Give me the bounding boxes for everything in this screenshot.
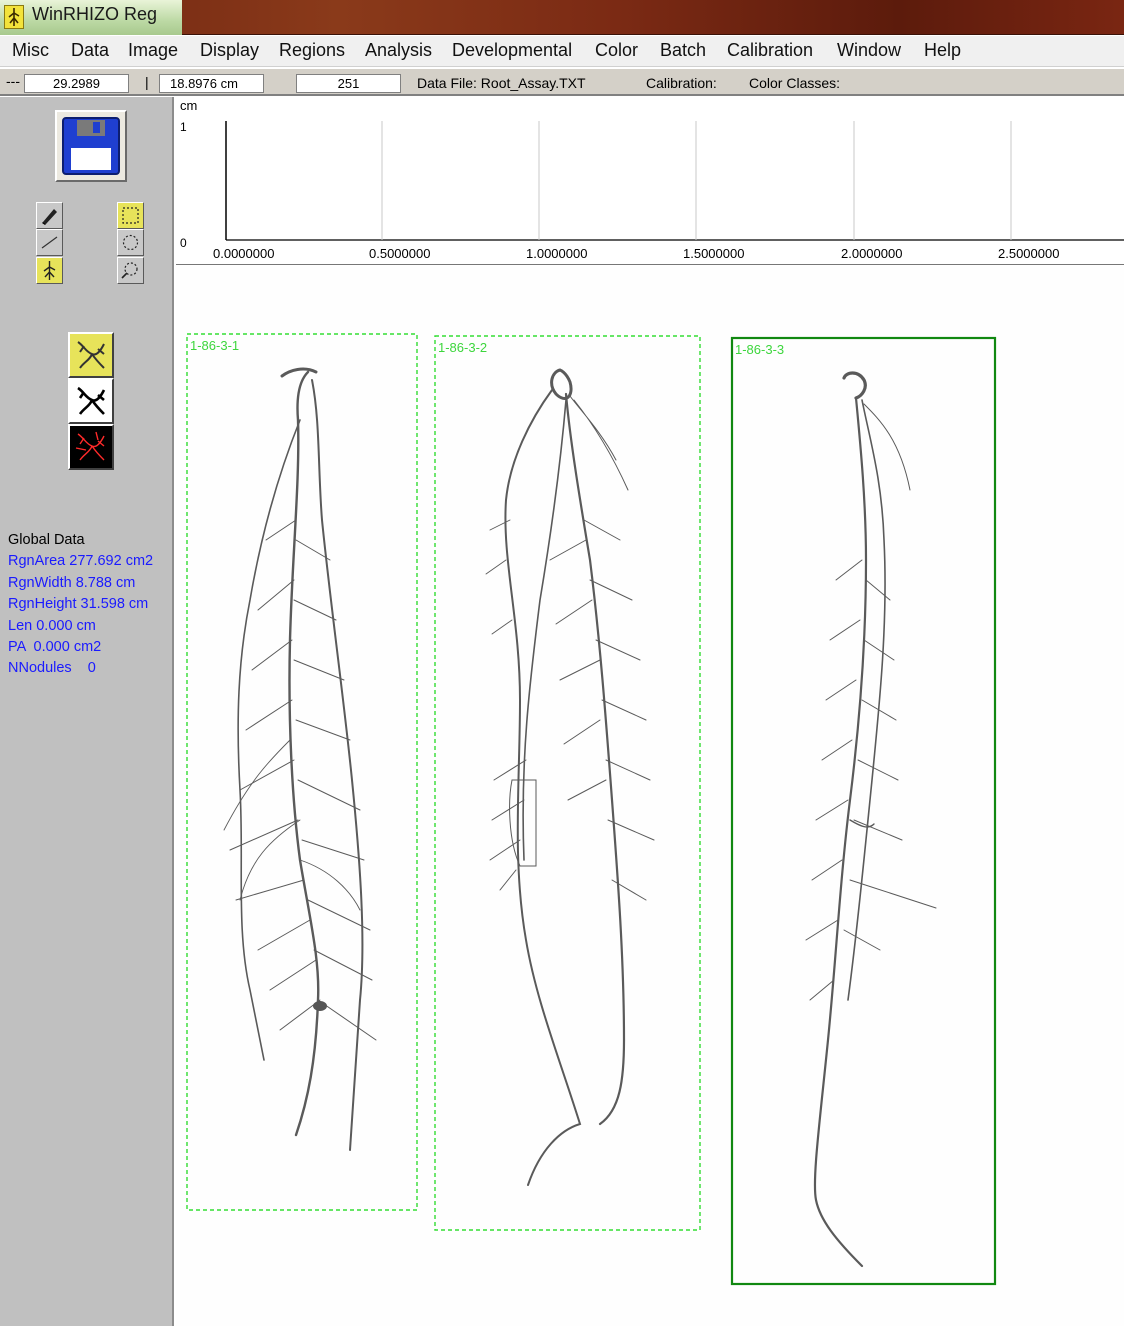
status-strip: --- 29.2989 | 18.8976 cm 251 Data File: …	[0, 68, 1124, 96]
status-separator: |	[145, 74, 149, 90]
region-label-2: 1-86-3-2	[438, 340, 488, 355]
title-bar: WinRHIZO Reg	[0, 0, 1124, 35]
length-value: Len 0.000 cm	[8, 617, 96, 634]
pixel-value-field: 251	[296, 74, 401, 93]
data-file-label: Data File: Root_Assay.TXT	[417, 75, 586, 91]
rect-region-tool[interactable]	[117, 202, 144, 229]
menu-bar: Misc Data Image Display Regions Analysis…	[0, 36, 1124, 67]
graph-x-tick-label: 1.0000000	[526, 246, 587, 261]
root-view-gray-icon	[77, 341, 105, 369]
distribution-graph: cm 1 0 0.0000000 0.5000000 1.0000000 1.5…	[176, 97, 1124, 265]
coord-x-field: 29.2989	[24, 74, 129, 93]
root-view-bw-icon	[77, 386, 106, 415]
color-classes-label: Color Classes:	[749, 75, 841, 91]
window-title: WinRHIZO Reg	[32, 4, 158, 24]
pencil-tool[interactable]	[36, 202, 63, 229]
line-icon	[41, 236, 58, 249]
title-bar-highlight: WinRHIZO Reg	[0, 0, 182, 35]
root-tool[interactable]	[36, 257, 63, 284]
root-app-icon[interactable]	[4, 5, 24, 29]
view-skeleton-button[interactable]	[68, 424, 114, 470]
line-tool[interactable]	[36, 229, 63, 256]
graph-x-tick-label: 1.5000000	[683, 246, 744, 261]
graph-x-tick-label: 0.0000000	[213, 246, 274, 261]
menu-batch[interactable]: Batch	[657, 40, 709, 61]
menu-misc[interactable]: Misc	[9, 40, 52, 61]
pencil-icon	[42, 209, 57, 225]
tool-sidebar: Global Data RgnArea 277.692 cm2 RgnWidth…	[0, 97, 174, 1326]
rgn-height-value: RgnHeight 31.598 cm	[8, 596, 149, 613]
region-select-icon	[122, 207, 139, 224]
root-tool-icon	[43, 261, 56, 280]
graph-y-min-label: 0	[180, 236, 187, 250]
region-label-3: 1-86-3-3	[735, 342, 785, 357]
menu-display[interactable]: Display	[197, 40, 262, 61]
menu-data[interactable]: Data	[68, 40, 112, 61]
circle-region-tool[interactable]	[117, 229, 144, 256]
length-field: 18.8976 cm	[159, 74, 264, 93]
save-button[interactable]	[55, 110, 127, 182]
rgn-width-value: RgnWidth 8.788 cm	[8, 574, 136, 591]
menu-calibration[interactable]: Calibration	[724, 40, 816, 61]
view-gray-button[interactable]	[68, 332, 114, 378]
global-data-panel: Global Data RgnArea 277.692 cm2 RgnWidth…	[8, 530, 153, 680]
view-bw-button[interactable]	[68, 378, 114, 424]
root-view-skeleton-icon	[75, 431, 105, 461]
zoom-region-tool[interactable]	[117, 257, 144, 284]
floppy-disk-icon	[62, 117, 120, 175]
nodule-count-value: NNodules 0	[8, 660, 96, 677]
menu-window[interactable]: Window	[834, 40, 904, 61]
graph-x-tick-label: 2.5000000	[998, 246, 1059, 261]
menu-image[interactable]: Image	[125, 40, 181, 61]
menu-analysis[interactable]: Analysis	[362, 40, 435, 61]
graph-x-tick-label: 2.0000000	[841, 246, 902, 261]
menu-help[interactable]: Help	[921, 40, 964, 61]
graph-x-tick-label: 0.5000000	[369, 246, 430, 261]
graph-y-max-label: 1	[180, 120, 187, 134]
global-data-title: Global Data	[8, 532, 85, 548]
menu-developmental[interactable]: Developmental	[449, 40, 575, 61]
menu-regions[interactable]: Regions	[276, 40, 348, 61]
projected-area-value: PA 0.000 cm2	[8, 639, 102, 656]
region-label-1: 1-86-3-1	[190, 338, 240, 353]
status-dash: ---	[6, 73, 20, 89]
graph-unit-label: cm	[180, 98, 197, 113]
root-image-canvas[interactable]	[176, 266, 1124, 1326]
menu-color[interactable]: Color	[592, 40, 641, 61]
zoom-icon	[121, 262, 138, 279]
calibration-label: Calibration:	[646, 75, 717, 91]
rgn-area-value: RgnArea 277.692 cm2	[8, 553, 154, 570]
circle-select-icon	[122, 234, 139, 251]
